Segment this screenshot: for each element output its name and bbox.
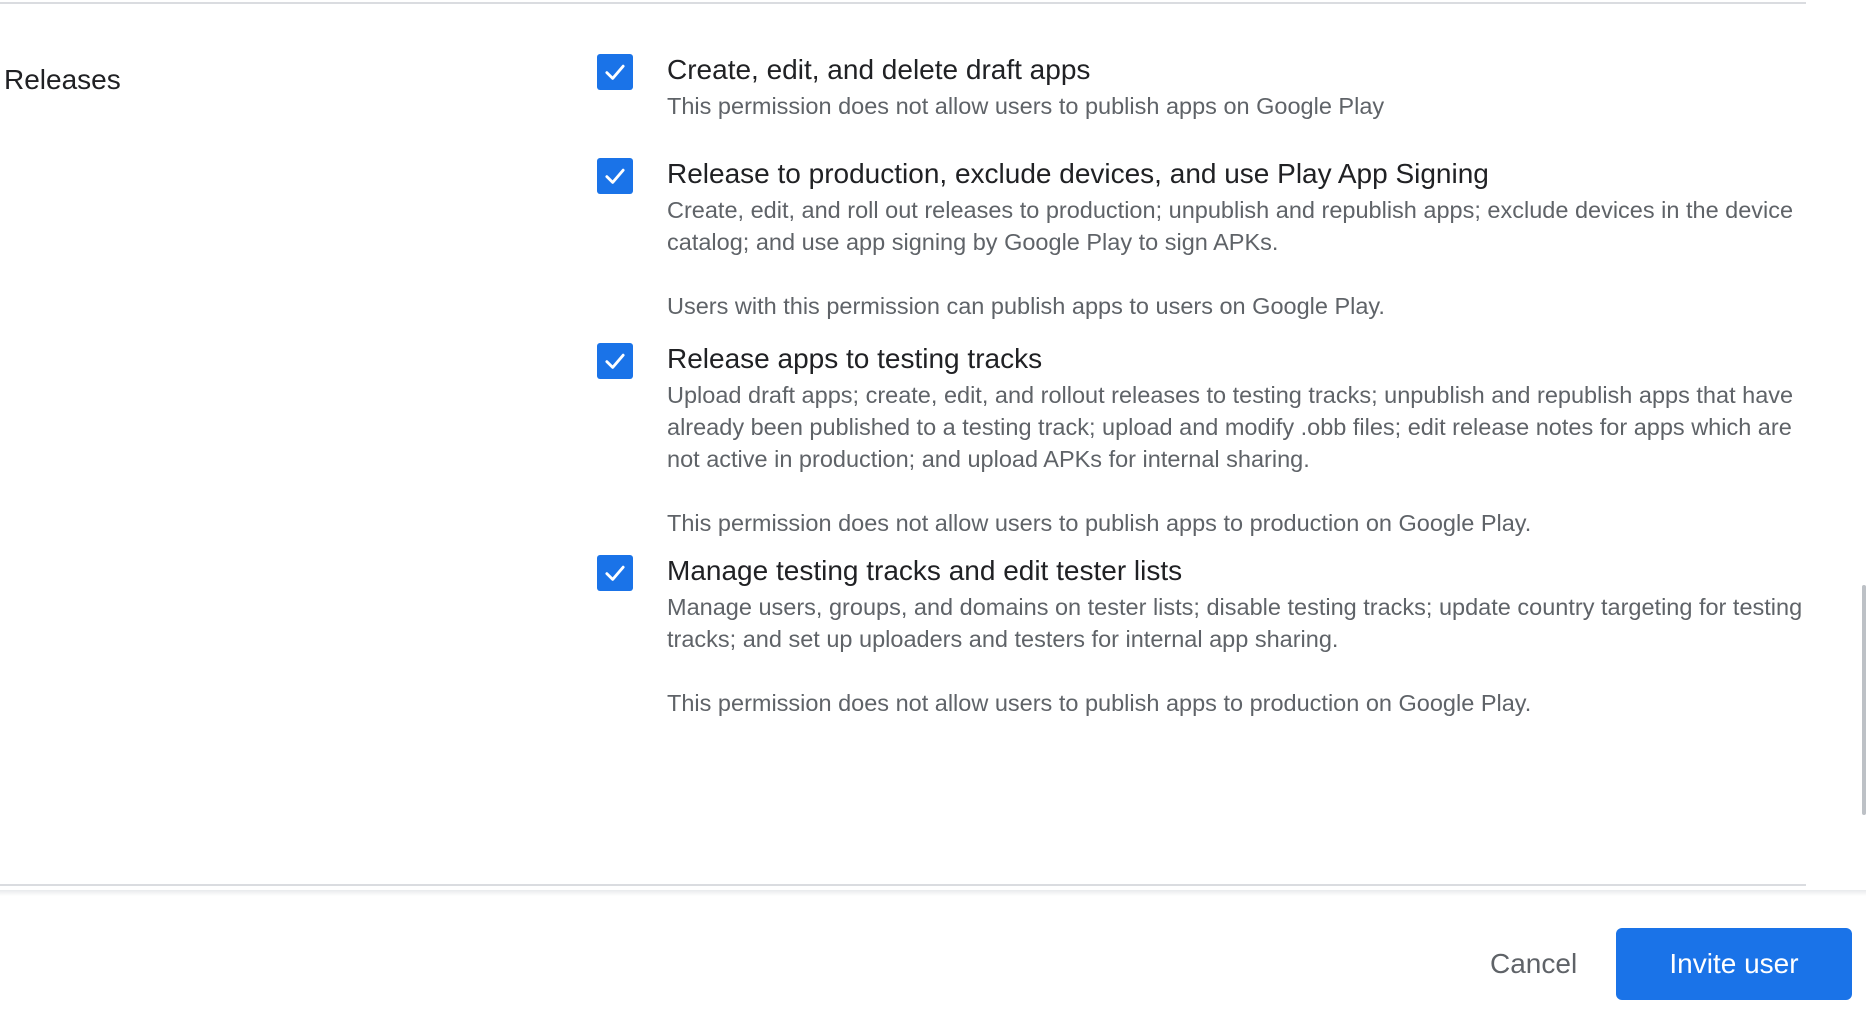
permission-checkbox[interactable] [597, 343, 633, 379]
permission-title: Manage testing tracks and edit tester li… [667, 555, 1183, 586]
permission-release-production: Release to production, exclude devices, … [597, 156, 1807, 322]
bottom-divider [0, 884, 1806, 886]
check-icon [605, 565, 625, 581]
scrollbar-thumb[interactable] [1862, 585, 1866, 815]
permission-manage-testing-tracks: Manage testing tracks and edit tester li… [597, 553, 1807, 719]
permission-note: This permission does not allow users to … [667, 690, 1532, 716]
permission-title: Create, edit, and delete draft apps [667, 54, 1091, 85]
permission-description: This permission does not allow users to … [667, 93, 1385, 119]
permission-checkbox[interactable] [597, 555, 633, 591]
permission-title: Release apps to testing tracks [667, 343, 1043, 374]
footer-shadow [0, 890, 1866, 896]
permission-checkbox[interactable] [597, 158, 633, 194]
permission-note: Users with this permission can publish a… [667, 293, 1385, 319]
invite-user-page: Releases Create, edit, and delete draft … [0, 0, 1866, 1014]
check-icon [605, 168, 625, 184]
permission-title: Release to production, exclude devices, … [667, 158, 1489, 189]
permission-description: Manage users, groups, and domains on tes… [667, 594, 1803, 652]
permission-note: This permission does not allow users to … [667, 510, 1532, 536]
check-icon [605, 64, 625, 80]
section-label-releases: Releases [4, 64, 121, 95]
check-icon [605, 353, 625, 369]
permission-description: Create, edit, and roll out releases to p… [667, 197, 1794, 255]
permission-create-drafts: Create, edit, and delete draft apps This… [597, 52, 1807, 122]
top-divider [0, 2, 1806, 4]
permission-checkbox[interactable] [597, 54, 633, 90]
permission-release-testing: Release apps to testing tracks Upload dr… [597, 341, 1807, 539]
cancel-button[interactable]: Cancel [1466, 928, 1601, 1000]
permission-description: Upload draft apps; create, edit, and rol… [667, 382, 1794, 472]
invite-user-button[interactable]: Invite user [1616, 928, 1852, 1000]
